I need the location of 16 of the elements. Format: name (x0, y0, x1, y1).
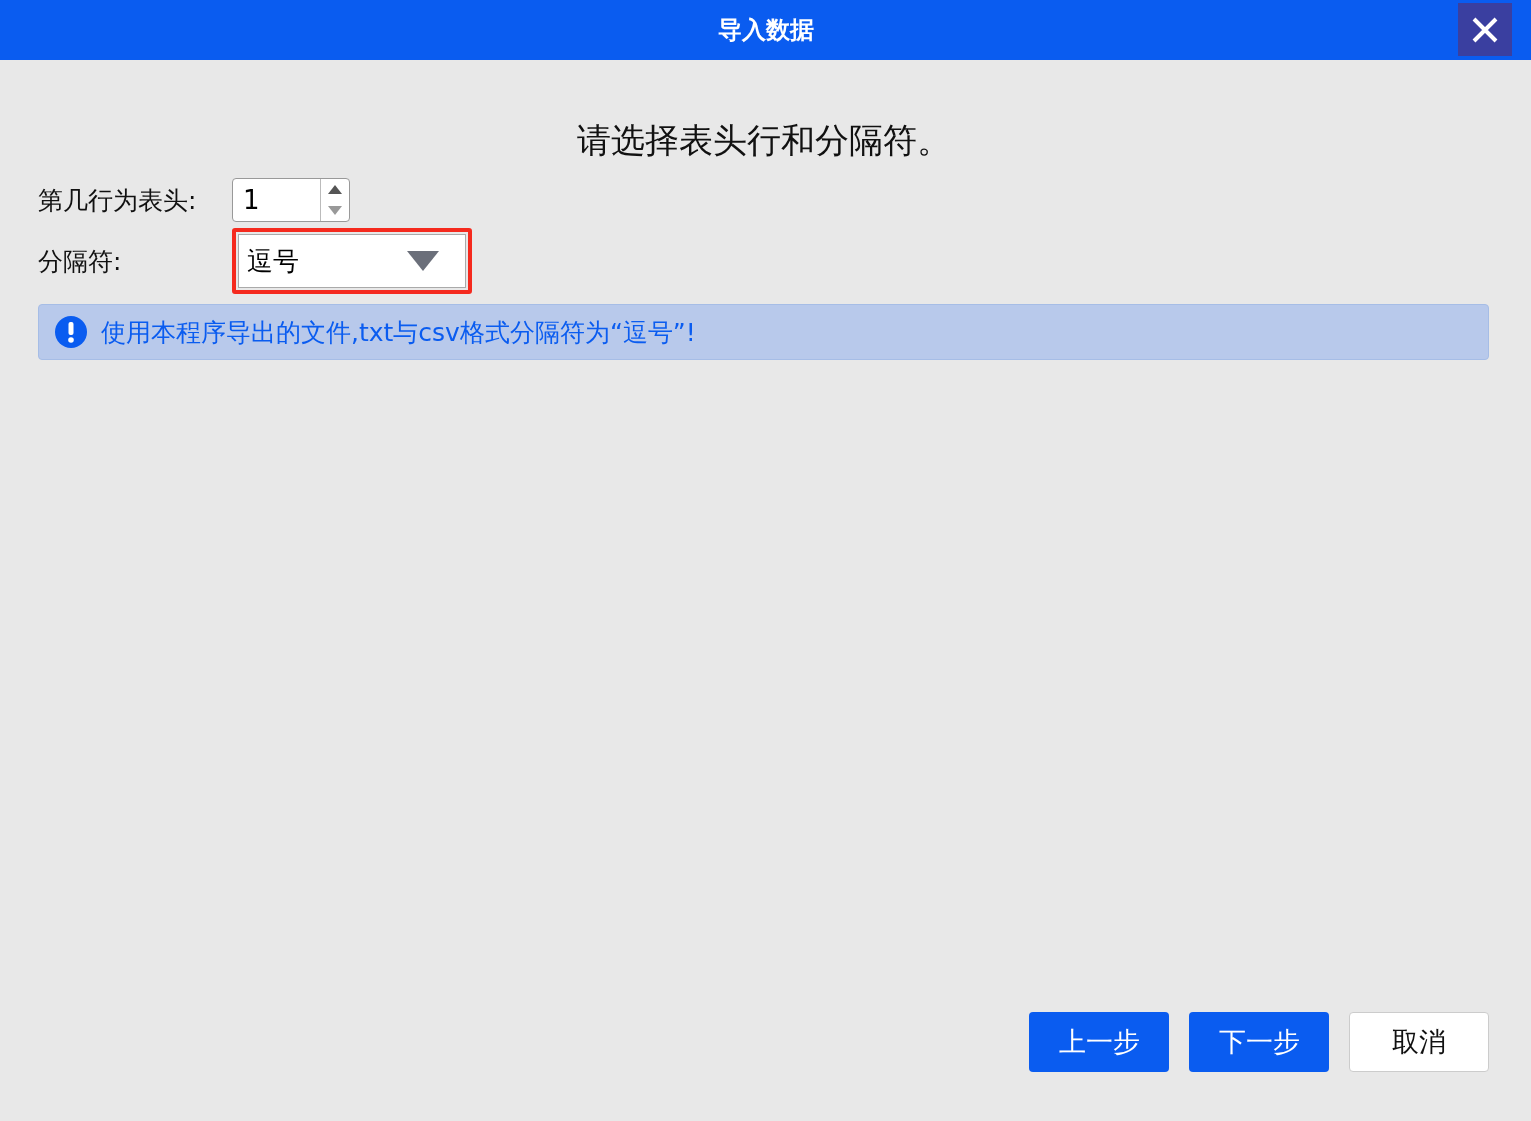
notice-text: 使用本程序导出的文件,txt与csv格式分隔符为“逗号”! (101, 316, 696, 349)
step-button[interactable]: 上一步 (1029, 1012, 1169, 1072)
down-arrow-icon (328, 206, 342, 215)
step-button[interactable]: 下一步 (1189, 1012, 1329, 1072)
info-icon (55, 316, 87, 348)
field-label: 分隔符: (38, 245, 123, 278)
up-arrow-icon (328, 185, 342, 194)
window-title: 导入数据 (717, 15, 814, 46)
close-icon (1471, 15, 1499, 44)
number-spinner[interactable]: 1 (232, 178, 350, 222)
separator-dropdown[interactable]: 逗号 (238, 234, 466, 288)
heading: 请选择表头行和分隔符。 (575, 119, 952, 162)
close-button[interactable] (1458, 3, 1512, 56)
cancel-button[interactable]: 取消 (1349, 1012, 1489, 1072)
caret-icon (407, 251, 439, 271)
field-label: 第几行为表头: (38, 184, 198, 217)
